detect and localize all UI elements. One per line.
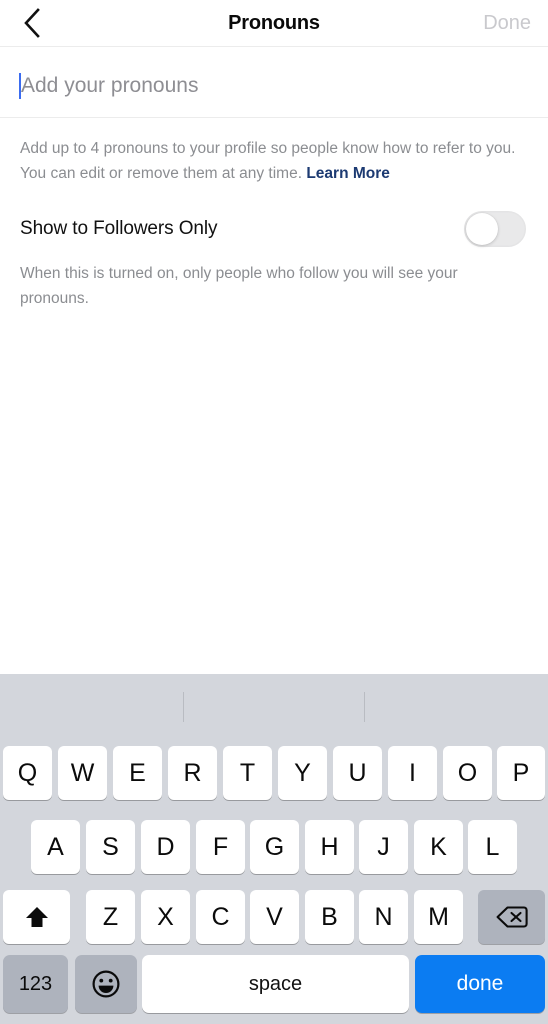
key-k[interactable]: K: [414, 820, 463, 874]
show-to-followers-toggle[interactable]: [464, 211, 526, 247]
key-b[interactable]: B: [305, 890, 354, 944]
navigation-header: Pronouns Done: [0, 0, 548, 47]
suggestion-divider-2: [364, 692, 365, 722]
key-t[interactable]: T: [223, 746, 272, 800]
show-to-followers-row[interactable]: Show to Followers Only: [0, 203, 548, 255]
key-z[interactable]: Z: [86, 890, 135, 944]
pronouns-description: Add up to 4 pronouns to your profile so …: [20, 136, 520, 186]
key-s[interactable]: S: [86, 820, 135, 874]
backspace-key[interactable]: [478, 890, 545, 944]
toggle-helper-text: When this is turned on, only people who …: [20, 265, 458, 307]
keyboard-row-3: Z X C V B N M: [0, 890, 548, 944]
description-text: Add up to 4 pronouns to your profile so …: [20, 140, 516, 182]
key-c[interactable]: C: [196, 890, 245, 944]
page-title: Pronouns: [228, 11, 320, 34]
key-a[interactable]: A: [31, 820, 80, 874]
key-w[interactable]: W: [58, 746, 107, 800]
on-screen-keyboard: Q W E R T Y U I O P A S D F G H J K L Z …: [0, 674, 548, 1024]
keyboard-row-1: Q W E R T Y U I O P: [0, 746, 548, 800]
shift-up-arrow-icon: [23, 904, 51, 930]
key-y[interactable]: Y: [278, 746, 327, 800]
learn-more-link[interactable]: Learn More: [306, 165, 390, 182]
pronoun-input-row[interactable]: [0, 47, 548, 118]
suggestion-divider-1: [183, 692, 184, 722]
key-j[interactable]: J: [359, 820, 408, 874]
key-p[interactable]: P: [497, 746, 545, 800]
key-r[interactable]: R: [168, 746, 217, 800]
key-d[interactable]: D: [141, 820, 190, 874]
shift-key[interactable]: [3, 890, 70, 944]
suggestion-bar[interactable]: [0, 674, 548, 722]
key-v[interactable]: V: [250, 890, 299, 944]
key-h[interactable]: H: [305, 820, 354, 874]
toggle-label: Show to Followers Only: [20, 218, 218, 239]
keyboard-row-4: 123 space done: [0, 955, 548, 1015]
key-q[interactable]: Q: [3, 746, 52, 800]
emoji-key[interactable]: [75, 955, 137, 1013]
key-g[interactable]: G: [250, 820, 299, 874]
key-n[interactable]: N: [359, 890, 408, 944]
key-i[interactable]: I: [388, 746, 437, 800]
key-m[interactable]: M: [414, 890, 463, 944]
pronoun-input[interactable]: [21, 70, 491, 102]
key-f[interactable]: F: [196, 820, 245, 874]
done-button[interactable]: Done: [483, 0, 531, 46]
return-done-key[interactable]: done: [415, 955, 545, 1013]
key-u[interactable]: U: [333, 746, 382, 800]
space-key[interactable]: space: [142, 955, 409, 1013]
backspace-delete-icon: [495, 904, 529, 930]
numeric-mode-key[interactable]: 123: [3, 955, 68, 1013]
keyboard-row-2: A S D F G H J K L: [0, 820, 548, 874]
pronouns-screen: Pronouns Done Add up to 4 pronouns to yo…: [0, 0, 548, 1024]
key-x[interactable]: X: [141, 890, 190, 944]
key-l[interactable]: L: [468, 820, 517, 874]
toggle-knob: [466, 213, 498, 245]
key-o[interactable]: O: [443, 746, 492, 800]
emoji-smiley-icon: [91, 969, 121, 999]
key-e[interactable]: E: [113, 746, 162, 800]
